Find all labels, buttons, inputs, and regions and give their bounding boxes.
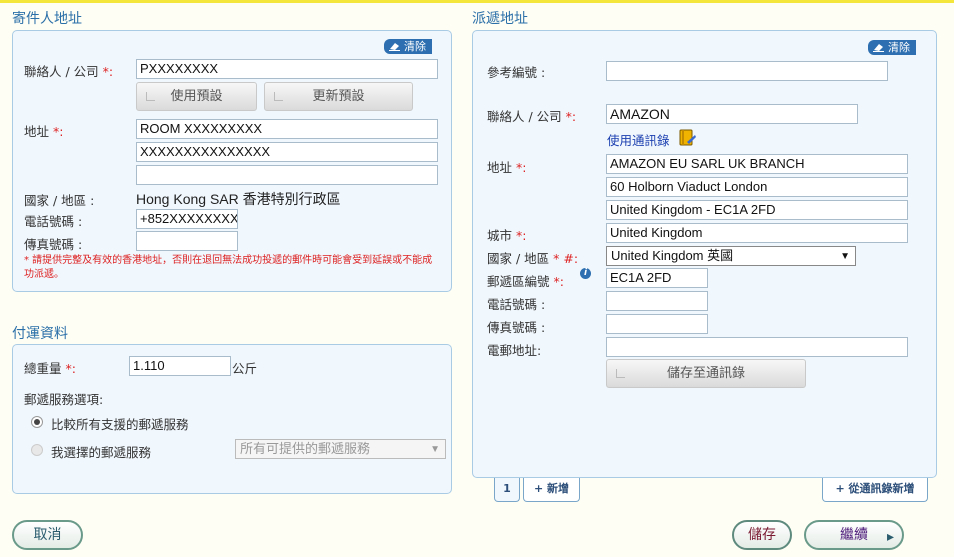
sender-address-line-3[interactable] (136, 165, 438, 185)
weight-label: 總重量 *: (24, 358, 76, 377)
sender-address-label-text: 地址 (24, 124, 50, 139)
required-mark: *: (516, 228, 527, 243)
delivery-clear-label: 清除 (888, 41, 910, 54)
required-mark: *: (565, 109, 577, 124)
sender-contact-label: 聯絡人 / 公司 *: (24, 61, 113, 80)
weight-unit: 公斤 (232, 361, 258, 376)
sender-fax-label: 傳真號碼 : (24, 237, 83, 252)
sender-country-label: 國家 / 地區 : (24, 193, 95, 208)
delivery-address-line-1[interactable]: AMAZON EU SARL UK BRANCH (606, 154, 908, 174)
sender-address-line-2[interactable]: XXXXXXXXXXXXXXX (136, 142, 438, 162)
reference-label: 參考編號 : (487, 65, 546, 80)
weight-label-text: 總重量 (24, 361, 62, 376)
tab-add-recipient[interactable]: + 新增 (523, 478, 580, 502)
delivery-address-line-3[interactable]: United Kingdom - EC1A 2FD (606, 200, 908, 220)
delivery-contact-label: 聯絡人 / 公司 *: (487, 106, 576, 125)
sender-contact-label-text: 聯絡人 / 公司 (24, 64, 99, 79)
top-accent-bar (0, 0, 954, 3)
delivery-address-label: 地址 *: (487, 157, 526, 176)
sender-section-title: 寄件人地址 (12, 11, 82, 27)
use-default-button[interactable]: 使用預設 (136, 82, 257, 111)
sender-address-label: 地址 *: (24, 121, 63, 140)
sender-country-value: Hong Kong SAR 香港特別行政區 (136, 191, 341, 207)
required-mark: *: (53, 124, 64, 139)
tab-recipient-1[interactable]: 1 (494, 478, 520, 502)
shipping-panel: 總重量 *: 1.110 公斤 郵遞服務選項: 比較所有支援的郵遞服務 我選擇的… (12, 344, 452, 494)
compare-services-radio[interactable] (31, 416, 43, 428)
cancel-button[interactable]: 取消 (12, 520, 83, 550)
shipping-section-title: 付運資料 (12, 326, 68, 342)
delivery-clear-button[interactable]: 清除 (868, 40, 916, 55)
continue-label: 繼續 (840, 527, 868, 543)
required-mark: * #: (553, 251, 579, 266)
delivery-country-value: United Kingdom 英國 (611, 248, 734, 263)
postcode-label-text: 郵遞區編號 (487, 274, 550, 289)
delivery-phone-input[interactable] (606, 291, 708, 311)
delivery-fax-label: 傳真號碼 : (487, 320, 546, 335)
address-book-icon[interactable] (677, 127, 697, 147)
postcode-label: 郵遞區編號 *: (487, 271, 564, 290)
eraser-icon (389, 43, 400, 51)
use-address-book-link[interactable]: 使用通訊錄 (607, 130, 670, 149)
choose-service-label[interactable]: 我選擇的郵遞服務 (51, 442, 151, 461)
sender-contact-input[interactable]: PXXXXXXXX (136, 59, 438, 79)
email-input[interactable] (606, 337, 908, 357)
sender-address-line-1[interactable]: ROOM XXXXXXXXX (136, 119, 438, 139)
button-corner-icon (274, 92, 283, 101)
delivery-contact-label-text: 聯絡人 / 公司 (487, 109, 562, 124)
email-label: 電郵地址: (487, 343, 542, 358)
update-default-button[interactable]: 更新預設 (264, 82, 413, 111)
service-select-value: 所有可提供的郵遞服務 (240, 441, 371, 456)
delivery-contact-input[interactable]: AMAZON (606, 104, 858, 124)
use-default-label: 使用預設 (170, 89, 223, 104)
required-mark: *: (102, 64, 114, 79)
save-button[interactable]: 儲存 (732, 520, 792, 550)
continue-button[interactable]: 繼續 ▸ (804, 520, 904, 550)
delivery-address-line-2[interactable]: 60 Holborn Viaduct London (606, 177, 908, 197)
delivery-country-label-text: 國家 / 地區 (487, 251, 550, 266)
sender-fax-input[interactable] (136, 231, 238, 251)
sender-clear-label: 清除 (404, 40, 426, 53)
delivery-phone-label: 電話號碼 : (487, 297, 546, 312)
city-input[interactable]: United Kingdom (606, 223, 908, 243)
add-from-address-book-button[interactable]: + 從通訊錄新增 (822, 478, 928, 502)
weight-input[interactable]: 1.110 (129, 356, 231, 376)
button-corner-icon (146, 92, 155, 101)
info-icon[interactable]: i (580, 268, 591, 279)
city-label: 城市 *: (487, 225, 526, 244)
delivery-section-title: 派遞地址 (472, 11, 528, 27)
dropdown-arrow-icon: ▼ (430, 444, 440, 455)
compare-services-label[interactable]: 比較所有支援的郵遞服務 (51, 414, 189, 433)
sender-phone-label: 電話號碼 : (24, 214, 83, 229)
city-label-text: 城市 (487, 228, 513, 243)
required-mark: *: (553, 274, 564, 289)
save-to-address-book-label: 儲存至通訊錄 (666, 366, 745, 381)
choose-service-radio[interactable] (31, 444, 43, 456)
button-corner-icon (616, 369, 625, 378)
service-options-label: 郵遞服務選項: (24, 392, 104, 407)
delivery-country-select[interactable]: United Kingdom 英國 ▼ (606, 246, 856, 266)
delivery-fax-input[interactable] (606, 314, 708, 334)
save-to-address-book-button[interactable]: 儲存至通訊錄 (606, 359, 806, 388)
delivery-country-label: 國家 / 地區 * #: (487, 248, 578, 267)
update-default-label: 更新預設 (312, 89, 365, 104)
delivery-panel: 清除 參考編號 : 聯絡人 / 公司 *: AMAZON 使用通訊錄 地址 *:… (472, 30, 937, 478)
dropdown-arrow-icon: ▼ (840, 251, 850, 262)
service-select[interactable]: 所有可提供的郵遞服務 ▼ (235, 439, 446, 459)
required-mark: *: (65, 361, 76, 376)
sender-phone-input[interactable]: +852XXXXXXXX (136, 209, 238, 229)
postcode-input[interactable]: EC1A 2FD (606, 268, 708, 288)
eraser-icon (873, 44, 884, 52)
required-mark: *: (516, 160, 527, 175)
arrow-right-icon: ▸ (886, 529, 894, 545)
sender-clear-button[interactable]: 清除 (384, 39, 432, 54)
sender-address-note: * 請提供完整及有效的香港地址，否則在退回無法成功投遞的郵件時可能會受到延誤或不… (24, 255, 433, 280)
delivery-address-label-text: 地址 (487, 160, 513, 175)
reference-input[interactable] (606, 61, 888, 81)
sender-panel: 清除 聯絡人 / 公司 *: PXXXXXXXX 使用預設 更新預設 地址 *:… (12, 30, 452, 292)
